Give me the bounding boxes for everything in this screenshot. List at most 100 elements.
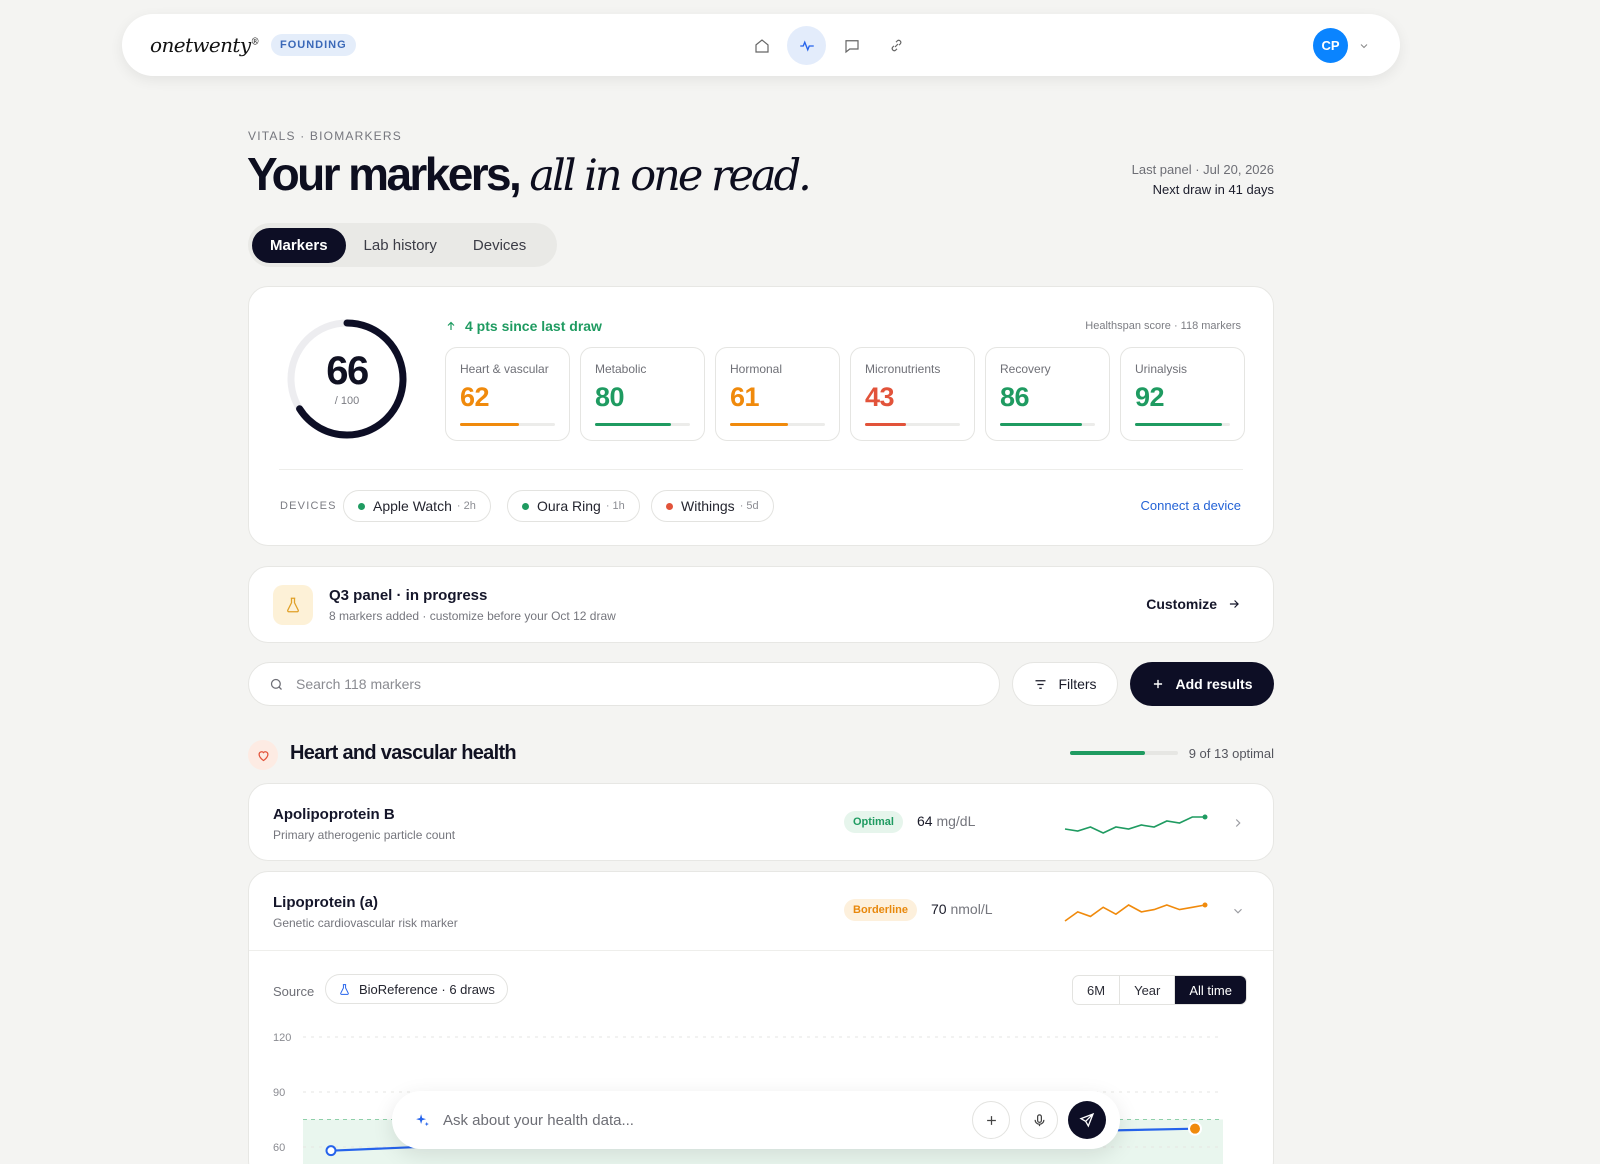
y-tick-label: 60: [273, 1142, 285, 1154]
section-count: 9 of 13 optimal: [1188, 746, 1274, 761]
category-card[interactable]: Hormonal 61: [715, 347, 840, 441]
ask-bar: [392, 1091, 1120, 1149]
marker-name: Apolipoprotein B: [273, 806, 395, 823]
category-bar: [1000, 423, 1095, 426]
breadcrumb: VITALS · BIOMARKERS: [248, 129, 402, 143]
chevron-down-icon[interactable]: [1231, 904, 1245, 918]
score-max: / 100: [334, 395, 360, 407]
divider: [279, 469, 1243, 470]
chevron-right-icon[interactable]: [1231, 816, 1245, 830]
tab-devices[interactable]: Devices: [455, 228, 544, 263]
heart-icon: [248, 740, 278, 770]
devices-label: DEVICES: [280, 500, 337, 512]
category-bar: [460, 423, 555, 426]
category-bar: [595, 423, 690, 426]
category-card[interactable]: Urinalysis 92: [1120, 347, 1245, 441]
ask-input[interactable]: [443, 1111, 962, 1129]
sparkline-path: [1064, 816, 1205, 834]
customize-button[interactable]: Customize: [1146, 596, 1241, 612]
score-meta: Healthspan score · 118 markers: [1085, 320, 1241, 332]
device-chip-apple-watch[interactable]: Apple Watch · 2h: [343, 490, 491, 522]
connect-device-link[interactable]: Connect a device: [1141, 498, 1241, 513]
nav-icon-group: [742, 26, 916, 65]
filter-icon: [1035, 679, 1046, 689]
arrow-up-icon: [447, 321, 455, 330]
logo[interactable]: onetwenty®: [150, 33, 260, 57]
plus-icon: [1154, 679, 1163, 689]
panel-subtitle: 8 markers added · customize before your …: [329, 609, 616, 623]
link-icon[interactable]: [877, 26, 916, 65]
source-chip[interactable]: BioReference · 6 draws: [325, 974, 508, 1004]
range-year[interactable]: Year: [1120, 976, 1176, 1004]
sparkline: [1064, 814, 1208, 834]
send-icon: [1079, 1112, 1095, 1128]
search-icon: [270, 678, 282, 690]
marker-desc: Genetic cardiovascular risk marker: [273, 916, 458, 930]
flask-icon: [273, 585, 313, 625]
category-card[interactable]: Metabolic 80: [580, 347, 705, 441]
sparkline-endpoint: [1202, 902, 1208, 908]
section-title: Heart and vascular health: [290, 742, 517, 764]
tier-badge: FOUNDING: [270, 34, 356, 56]
sparkle-icon: [416, 1113, 429, 1126]
search-bar: [248, 662, 1000, 706]
chat-icon[interactable]: [832, 26, 871, 65]
divider: [249, 950, 1273, 951]
page-title-italic: all in one read.: [529, 151, 811, 201]
category-bar: [865, 423, 960, 426]
page-title: Your markers, all in one read.: [247, 147, 812, 201]
next-draw: Next draw in 41 days: [1152, 182, 1274, 197]
score-delta: 4 pts since last draw: [445, 318, 602, 334]
category-scores: Heart & vascular 62 Metabolic 80 Hormona…: [445, 347, 1245, 441]
marker-value: 64 mg/dL: [917, 813, 976, 829]
marker-value: 70 nmol/L: [931, 901, 993, 917]
avatar[interactable]: CP: [1313, 28, 1348, 63]
filters-button[interactable]: Filters: [1012, 662, 1118, 706]
home-icon[interactable]: [742, 26, 781, 65]
status-badge: Borderline: [844, 899, 918, 921]
marker-desc: Primary atherogenic particle count: [273, 828, 456, 842]
device-chip-oura-ring[interactable]: Oura Ring · 1h: [507, 490, 640, 522]
add-results-button[interactable]: Add results: [1130, 662, 1274, 706]
device-chip-withings[interactable]: Withings · 5d: [651, 490, 774, 522]
view-tabs: Markers Lab history Devices: [248, 223, 557, 267]
search-input[interactable]: [296, 676, 979, 692]
chevron-down-icon: [1360, 43, 1368, 48]
y-tick-label: 90: [273, 1087, 285, 1099]
arrow-right-icon: [1229, 600, 1239, 608]
microphone-icon: [1034, 1113, 1044, 1126]
healthspan-score-card: 66 / 100 4 pts since last draw Healthspa…: [248, 286, 1274, 546]
q3-panel-card[interactable]: Q3 panel · in progress 8 markers added ·…: [248, 566, 1274, 643]
source-label: Source: [273, 984, 315, 999]
score-readout: 66 / 100: [285, 317, 409, 441]
last-panel-date: Last panel · Jul 20, 2026: [1131, 162, 1274, 177]
tab-lab-history[interactable]: Lab history: [346, 228, 455, 263]
microphone-button[interactable]: [1020, 1101, 1058, 1139]
score-value: 66: [326, 349, 369, 393]
category-card[interactable]: Heart & vascular 62: [445, 347, 570, 441]
sparkline: [1064, 902, 1208, 922]
sparkline-endpoint: [1202, 814, 1208, 820]
account-menu[interactable]: CP: [1313, 28, 1370, 63]
top-nav: onetwenty® FOUNDING CP: [122, 14, 1400, 76]
range-all-time[interactable]: All time: [1175, 976, 1246, 1004]
marker-name: Lipoprotein (a): [273, 894, 378, 911]
data-point: [325, 1145, 337, 1157]
category-card[interactable]: Recovery 86: [985, 347, 1110, 441]
activity-icon[interactable]: [787, 26, 826, 65]
send-button[interactable]: [1068, 1101, 1106, 1139]
status-badge: Optimal: [844, 811, 903, 833]
panel-title: Q3 panel · in progress: [329, 587, 488, 604]
category-bar: [730, 423, 825, 426]
tab-markers[interactable]: Markers: [252, 227, 346, 263]
status-dot: [522, 502, 529, 510]
sparkline-path: [1064, 904, 1206, 922]
marker-row-apolipoprotein-b[interactable]: Apolipoprotein B Primary atherogenic par…: [248, 783, 1274, 861]
category-card[interactable]: Micronutrients 43: [850, 347, 975, 441]
status-dot: [666, 502, 673, 510]
category-bar: [1135, 423, 1230, 426]
attach-button[interactable]: [972, 1101, 1010, 1139]
status-dot: [358, 502, 365, 510]
range-6m[interactable]: 6M: [1073, 976, 1121, 1004]
page-title-bold: Your markers,: [247, 148, 522, 200]
